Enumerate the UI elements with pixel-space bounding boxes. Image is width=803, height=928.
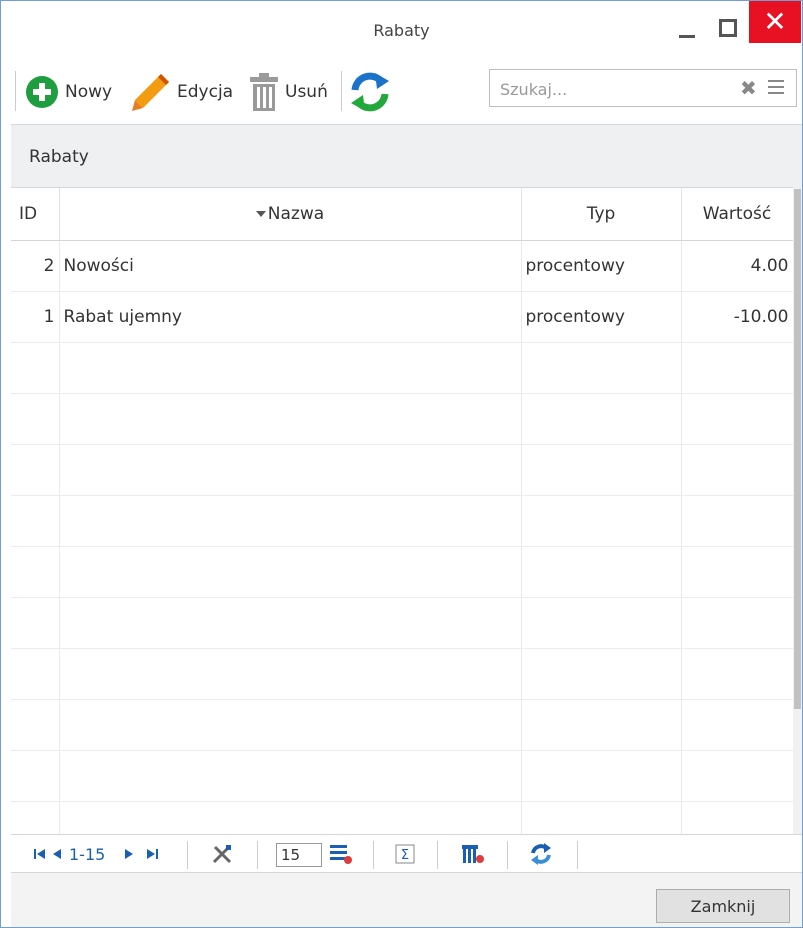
cell-nazwa: Nowości — [59, 240, 522, 292]
minimize-icon — [679, 34, 695, 38]
new-button-label: Nowy — [65, 82, 113, 102]
rabaty-window: Rabaty ✕ Nowy Edycja Usuń Szukaj... ✖ Ra… — [0, 0, 803, 928]
pager-separator — [507, 841, 508, 869]
pager-separator — [373, 841, 374, 869]
empty-row — [11, 597, 793, 649]
summary-button[interactable]: Σ — [395, 841, 415, 867]
empty-row — [11, 444, 793, 496]
svg-text:Σ: Σ — [401, 848, 409, 863]
empty-row — [11, 495, 793, 547]
pager-separator — [187, 841, 188, 869]
last-page-icon — [147, 849, 158, 859]
pencil-icon — [132, 74, 169, 111]
columns-icon — [462, 845, 484, 863]
empty-row — [11, 393, 793, 445]
toolbar-separator — [341, 71, 342, 111]
toolbar-separator — [15, 71, 16, 111]
close-window-button[interactable]: ✕ — [749, 1, 801, 43]
empty-row — [11, 546, 793, 598]
column-header-wartosc[interactable]: Wartość — [681, 188, 793, 241]
grid-refresh-button[interactable] — [529, 841, 553, 867]
maximize-icon — [719, 19, 737, 37]
trash-icon — [250, 73, 278, 111]
last-page-button[interactable] — [145, 841, 159, 867]
cell-id: 2 — [11, 240, 60, 292]
minimize-button[interactable] — [667, 5, 707, 45]
column-header-id[interactable]: ID — [11, 188, 60, 241]
scrollbar-thumb[interactable] — [794, 189, 801, 709]
refresh-button[interactable] — [349, 65, 391, 119]
tools-button[interactable] — [211, 841, 233, 867]
column-header-typ[interactable]: Typ — [521, 188, 682, 241]
sort-desc-icon — [255, 210, 266, 217]
new-button[interactable]: Nowy — [25, 65, 112, 119]
column-header-typ-label: Typ — [586, 203, 616, 224]
empty-row — [11, 699, 793, 751]
panel-header: Rabaty — [11, 124, 802, 187]
page-size-apply-button[interactable] — [329, 841, 353, 867]
pager-separator — [437, 841, 438, 869]
grid-refresh-icon — [531, 843, 551, 865]
vertical-scrollbar[interactable] — [793, 187, 802, 834]
clear-search-icon[interactable]: ✖ — [740, 76, 757, 100]
first-page-icon — [34, 849, 45, 859]
close-button[interactable]: Zamknij — [656, 889, 790, 923]
dialog-footer: Zamknij — [11, 872, 802, 927]
first-page-button[interactable] — [33, 841, 47, 867]
page-size-input[interactable] — [276, 843, 322, 867]
next-page-icon — [125, 849, 133, 859]
page-range: 1-15 — [69, 844, 106, 864]
cell-id: 1 — [11, 291, 60, 343]
maximize-button[interactable] — [711, 5, 745, 45]
column-header-wartosc-label: Wartość — [702, 203, 772, 224]
edit-button-label: Edycja — [177, 82, 234, 102]
empty-row — [11, 750, 793, 802]
add-icon — [26, 76, 58, 108]
empty-row — [11, 342, 793, 394]
column-header-nazwa[interactable]: Nazwa — [59, 188, 522, 241]
prev-page-button[interactable] — [51, 841, 63, 867]
toolbar: Nowy Edycja Usuń Szukaj... ✖ — [11, 61, 802, 121]
sigma-icon: Σ — [395, 844, 415, 864]
title-bar: Rabaty ✕ — [1, 1, 802, 61]
cell-wartosc: -10.00 — [681, 291, 793, 343]
table-row[interactable]: 2 Nowości procentowy 4.00 — [11, 240, 793, 292]
columns-button[interactable] — [461, 841, 485, 867]
edit-button[interactable]: Edycja — [131, 65, 233, 119]
search-box: ✖ — [489, 69, 797, 107]
rows-settings-icon — [330, 845, 352, 864]
next-page-button[interactable] — [123, 841, 135, 867]
tools-icon — [212, 845, 232, 864]
column-header-id-label: ID — [19, 203, 38, 224]
prev-page-icon — [53, 849, 61, 859]
column-header-nazwa-label: Nazwa — [267, 203, 325, 224]
cell-wartosc: 4.00 — [681, 240, 793, 292]
panel-title: Rabaty — [29, 147, 89, 167]
search-options-icon[interactable] — [768, 80, 784, 94]
delete-button[interactable]: Usuń — [249, 65, 328, 119]
pager-separator — [257, 841, 258, 869]
empty-row — [11, 801, 793, 835]
empty-row — [11, 648, 793, 700]
search-input[interactable] — [498, 76, 732, 102]
pager: 1-15 Σ — [11, 834, 802, 873]
discounts-grid: ID Nazwa Typ Wartość 2 Nowości procentow… — [11, 187, 793, 835]
cell-typ: procentowy — [521, 291, 682, 343]
delete-button-label: Usuń — [285, 82, 328, 102]
cell-typ: procentowy — [521, 240, 682, 292]
cell-nazwa: Rabat ujemny — [59, 291, 522, 343]
pager-separator — [577, 841, 578, 869]
refresh-icon — [351, 72, 389, 112]
table-row[interactable]: 1 Rabat ujemny procentowy -10.00 — [11, 291, 793, 343]
